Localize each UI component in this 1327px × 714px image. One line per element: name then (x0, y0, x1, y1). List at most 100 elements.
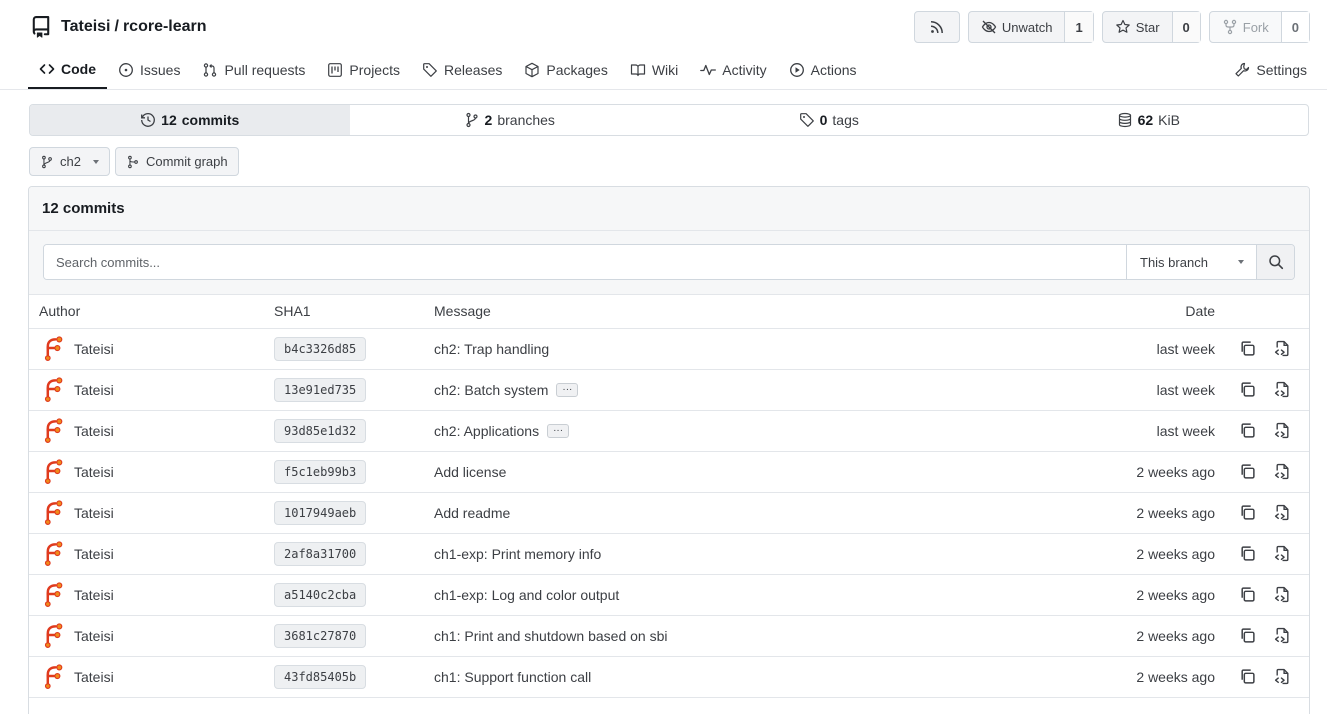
author-cell: Tateisi (29, 328, 264, 370)
commit-graph-button[interactable]: Commit graph (114, 147, 239, 176)
browse-files-icon[interactable] (1274, 463, 1291, 480)
copy-icon[interactable] (1239, 463, 1256, 480)
commit-sha-link[interactable]: b4c3326d85 (274, 336, 367, 361)
commit-message-link[interactable]: Add license (434, 464, 506, 480)
stat-tags[interactable]: 0 tags (669, 105, 989, 135)
expand-message-button[interactable]: ··· (547, 423, 570, 438)
message-cell: ch2: Applications ··· (424, 410, 1023, 452)
copy-icon[interactable] (1239, 340, 1256, 357)
author-name[interactable]: Tateisi (74, 464, 114, 480)
tab-wiki[interactable]: Wiki (619, 50, 689, 89)
copy-icon[interactable] (1239, 381, 1256, 398)
commit-message-link[interactable]: ch1-exp: Print memory info (434, 546, 601, 562)
author-name[interactable]: Tateisi (74, 587, 114, 603)
star-button[interactable]: Star 0 (1101, 11, 1201, 43)
tab-label: Projects (349, 61, 400, 78)
message-cell: ch1: Support function call (424, 656, 1023, 698)
fork-button[interactable]: Fork 0 (1208, 11, 1310, 43)
commits-table: Author SHA1 Message Date Tateisi b4c3326… (29, 295, 1309, 698)
commit-message-link[interactable]: Add readme (434, 505, 510, 521)
commit-message-link[interactable]: ch2: Batch system (434, 382, 548, 398)
commit-message-link[interactable]: ch1: Print and shutdown based on sbi (434, 628, 668, 644)
author-name[interactable]: Tateisi (74, 505, 114, 521)
issue-icon (119, 62, 133, 77)
tab-pull-requests[interactable]: Pull requests (191, 50, 316, 89)
browse-files-icon[interactable] (1274, 340, 1291, 357)
avatar[interactable] (43, 664, 66, 689)
browse-files-icon[interactable] (1274, 627, 1291, 644)
tab-issues[interactable]: Issues (107, 50, 191, 89)
tab-settings[interactable]: Settings (1223, 50, 1318, 89)
unwatch-label: Unwatch (1001, 19, 1053, 35)
tag-icon (423, 62, 437, 77)
commit-sha-link[interactable]: f5c1eb99b3 (274, 459, 367, 484)
tab-releases[interactable]: Releases (411, 50, 513, 89)
browse-files-icon[interactable] (1274, 668, 1291, 685)
avatar[interactable] (43, 582, 66, 607)
avatar[interactable] (43, 336, 66, 361)
repo-title: Tateisi / rcore-learn (61, 18, 207, 36)
table-row: Tateisi 3681c27870 ch1: Print and shutdo… (29, 615, 1309, 657)
stat-branches[interactable]: 2 branches (350, 105, 670, 135)
avatar[interactable] (43, 500, 66, 525)
author-name[interactable]: Tateisi (74, 546, 114, 562)
commit-sha-link[interactable]: 43fd85405b (274, 664, 367, 689)
stars-count[interactable]: 0 (1171, 12, 1200, 42)
tab-projects[interactable]: Projects (316, 50, 411, 89)
size-unit: KiB (1158, 112, 1180, 128)
stat-commits[interactable]: 12 commits (30, 105, 350, 135)
search-button[interactable] (1256, 245, 1294, 279)
copy-icon[interactable] (1239, 627, 1256, 644)
commit-message-link[interactable]: ch2: Trap handling (434, 341, 549, 357)
tab-code[interactable]: Code (28, 50, 107, 89)
author-name[interactable]: Tateisi (74, 423, 114, 439)
fork-label: Fork (1242, 19, 1269, 35)
author-name[interactable]: Tateisi (74, 382, 114, 398)
browse-files-icon[interactable] (1274, 586, 1291, 603)
repo-name-link[interactable]: rcore-learn (123, 18, 207, 35)
repo-stats-bar: 12 commits 2 branches 0 tags 62 KiB (29, 104, 1309, 136)
commit-sha-link[interactable]: 3681c27870 (274, 623, 367, 648)
commit-sha-link[interactable]: a5140c2cba (274, 582, 367, 607)
copy-icon[interactable] (1239, 504, 1256, 521)
browse-files-icon[interactable] (1274, 422, 1291, 439)
tab-label: Settings (1256, 61, 1307, 78)
commit-message-link[interactable]: ch1: Support function call (434, 669, 591, 685)
rss-button[interactable] (913, 11, 960, 43)
author-name[interactable]: Tateisi (74, 341, 114, 357)
actions-cell (1223, 656, 1309, 698)
commit-date: 2 weeks ago (1023, 533, 1223, 575)
commit-sha-link[interactable]: 13e91ed735 (274, 377, 367, 402)
branch-selector[interactable]: ch2 (29, 147, 110, 176)
avatar[interactable] (43, 623, 66, 648)
copy-icon[interactable] (1239, 422, 1256, 439)
author-name[interactable]: Tateisi (74, 628, 114, 644)
actions-cell (1223, 492, 1309, 534)
avatar[interactable] (43, 377, 66, 402)
repo-owner-link[interactable]: Tateisi (61, 18, 111, 35)
browse-files-icon[interactable] (1274, 545, 1291, 562)
commit-sha-link[interactable]: 93d85e1d32 (274, 418, 367, 443)
avatar[interactable] (43, 541, 66, 566)
copy-icon[interactable] (1239, 668, 1256, 685)
browse-files-icon[interactable] (1274, 381, 1291, 398)
browse-files-icon[interactable] (1274, 504, 1291, 521)
unwatch-button[interactable]: Unwatch 1 (967, 11, 1094, 43)
commit-sha-link[interactable]: 2af8a31700 (274, 541, 367, 566)
avatar[interactable] (43, 459, 66, 484)
commit-message-link[interactable]: ch1-exp: Log and color output (434, 587, 619, 603)
search-commits-input[interactable] (44, 245, 1126, 279)
expand-message-button[interactable]: ··· (556, 382, 579, 397)
commit-message-link[interactable]: ch2: Applications (434, 423, 539, 439)
tab-activity[interactable]: Activity (689, 50, 777, 89)
search-scope-dropdown[interactable]: This branch (1126, 245, 1256, 279)
tab-actions[interactable]: Actions (778, 50, 868, 89)
tab-packages[interactable]: Packages (513, 50, 618, 89)
watchers-count[interactable]: 1 (1064, 12, 1093, 42)
copy-icon[interactable] (1239, 545, 1256, 562)
copy-icon[interactable] (1239, 586, 1256, 603)
avatar[interactable] (43, 418, 66, 443)
forks-count[interactable]: 0 (1280, 12, 1309, 42)
commit-sha-link[interactable]: 1017949aeb (274, 500, 367, 525)
author-name[interactable]: Tateisi (74, 669, 114, 685)
